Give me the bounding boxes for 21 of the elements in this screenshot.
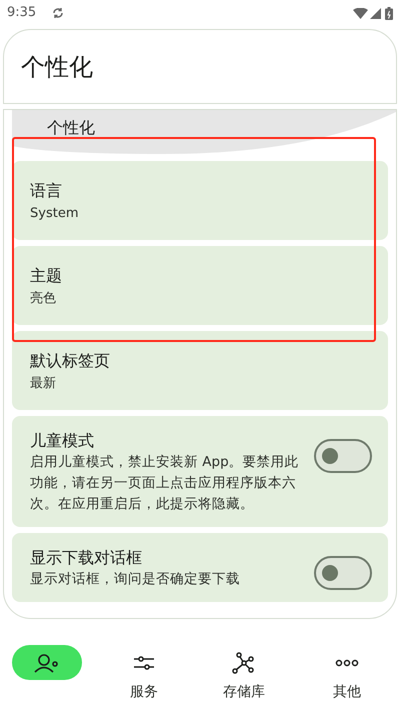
setting-title: 显示下载对话框 xyxy=(30,547,143,569)
setting-item[interactable]: 儿童模式 启用儿童模式，禁止安装新 App。要禁用此功能，请在另一页面上点击应用程序版本六次。在应用重启后，此提示将隐藏。 xyxy=(12,416,388,527)
setting-value: 最新 xyxy=(30,375,57,393)
setting-description: 显示对话框，询问是否确定要下载 xyxy=(30,570,241,589)
status-time: 9:35 xyxy=(7,4,36,22)
nav-label[interactable]: 服务 xyxy=(130,682,158,703)
nav-label[interactable]: 其他 xyxy=(333,682,361,703)
setting-value: System xyxy=(30,205,80,223)
setting-title: 主题 xyxy=(30,265,63,287)
page-title: 个性化 xyxy=(21,52,93,82)
setting-description: 启用儿童模式，禁止安装新 App。要禁用此功能，请在另一页面上点击应用程序版本六次。在应用重启后，此提示将隐藏。 xyxy=(30,453,300,514)
nav-label[interactable]: 存储库 xyxy=(223,682,265,703)
setting-title: 儿童模式 xyxy=(30,430,95,452)
setting-item[interactable]: 显示下载对话框 显示对话框，询问是否确定要下载 xyxy=(12,533,388,602)
setting-title: 语言 xyxy=(30,180,63,202)
setting-item[interactable]: 主题 亮色 xyxy=(12,246,388,325)
setting-item[interactable]: 语言 System xyxy=(12,161,388,240)
setting-item[interactable]: 默认标签页 最新 xyxy=(12,331,388,410)
section-title: 个性化 xyxy=(47,117,95,139)
setting-title: 默认标签页 xyxy=(30,350,111,372)
setting-value: 亮色 xyxy=(30,290,57,308)
